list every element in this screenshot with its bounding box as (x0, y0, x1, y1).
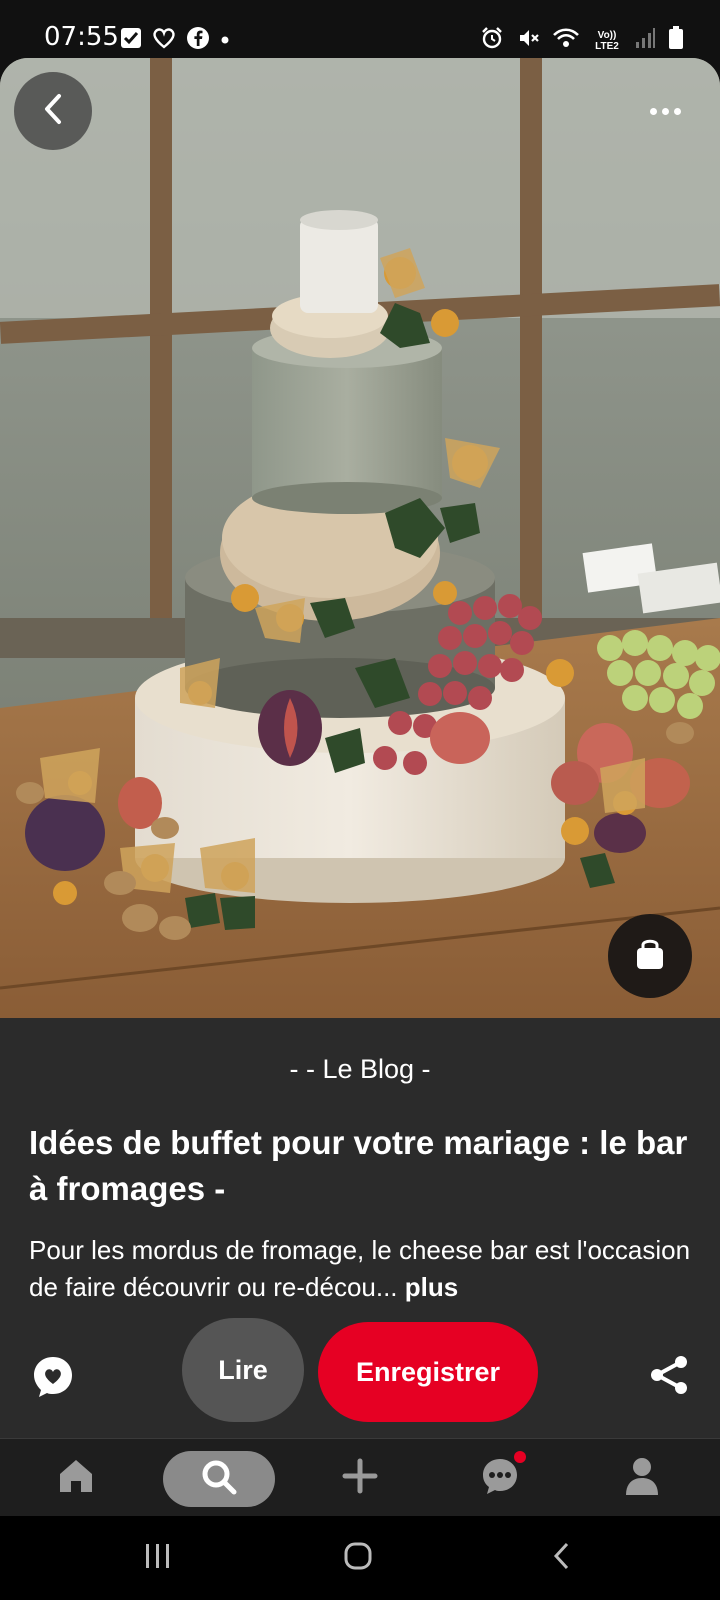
chevron-left-icon (41, 93, 65, 130)
dot-icon (649, 107, 657, 115)
recents-button[interactable] (128, 1536, 188, 1580)
check-square-icon (120, 27, 142, 54)
facebook-icon (186, 26, 210, 55)
nav-profile[interactable] (602, 1439, 682, 1517)
nav-search[interactable] (163, 1451, 275, 1507)
wifi-icon (552, 26, 580, 55)
dot-icon (673, 107, 681, 115)
profile-icon (623, 1456, 661, 1501)
system-nav (0, 1516, 720, 1600)
heart-outline-icon (152, 27, 176, 54)
back-chevron-icon (552, 1541, 572, 1576)
back-button[interactable] (14, 72, 92, 150)
shopping-bag-icon (633, 936, 667, 977)
home-system-button[interactable] (328, 1536, 388, 1580)
read-button[interactable]: Lire (182, 1318, 304, 1422)
recents-icon (143, 1542, 173, 1575)
pin-description-text: Pour les mordus de fromage, le cheese ba… (29, 1235, 691, 1302)
signal-icon (634, 27, 656, 54)
notification-dot (514, 1451, 526, 1463)
save-button[interactable]: Enregistrer (318, 1322, 538, 1422)
plus-icon (341, 1457, 379, 1500)
bottom-nav (0, 1438, 720, 1516)
shop-button[interactable] (608, 914, 692, 998)
status-left-icons (120, 26, 230, 55)
home-icon (57, 1457, 95, 1500)
back-system-button[interactable] (532, 1536, 592, 1580)
status-time: 07:55 (44, 22, 119, 52)
pin-description: Pour les mordus de fromage, le cheese ba… (29, 1232, 699, 1306)
comment-heart-icon (30, 1357, 76, 1404)
more-options-button[interactable] (640, 96, 690, 126)
pin-source[interactable]: - - Le Blog - (0, 1054, 720, 1085)
volte-icon: Vo)) LTE2 (595, 29, 619, 52)
share-button[interactable] (648, 1354, 690, 1396)
mute-icon (516, 26, 540, 55)
search-icon (200, 1458, 238, 1501)
cheese-tower-photo[interactable] (0, 58, 720, 1018)
nav-home[interactable] (36, 1439, 116, 1517)
messages-icon (480, 1456, 520, 1501)
share-icon (648, 1356, 690, 1400)
pin-title: Idées de buffet pour votre mariage : le … (29, 1124, 688, 1207)
dot-icon (661, 107, 669, 115)
home-circle-icon (343, 1541, 373, 1576)
action-row: Lire Enregistrer (0, 1318, 720, 1428)
nav-create[interactable] (320, 1439, 400, 1517)
more-link[interactable]: plus (405, 1272, 458, 1302)
battery-icon (668, 26, 684, 55)
nav-messages[interactable] (460, 1439, 540, 1517)
status-right-icons: Vo)) LTE2 (480, 26, 684, 55)
status-bar: 07:55 Vo)) LTE2 (0, 0, 720, 60)
comment-button[interactable] (30, 1354, 76, 1400)
dot-icon (220, 32, 230, 50)
alarm-icon (480, 26, 504, 55)
